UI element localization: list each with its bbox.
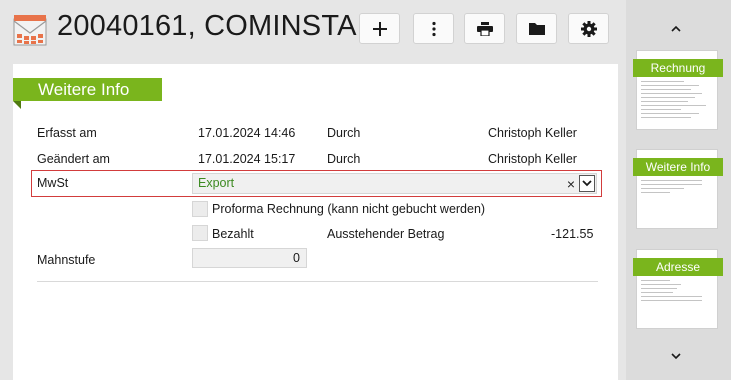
mahnstufe-input[interactable]: 0 [192, 248, 307, 268]
section-title: Weitere Info [13, 78, 162, 101]
proforma-checkbox[interactable] [192, 201, 208, 217]
clear-icon[interactable]: × [565, 175, 577, 193]
main-panel: Weitere Info Erfasst am 17.01.2024 14:46… [13, 64, 618, 380]
geaendert-date: 17.01.2024 15:17 [198, 152, 296, 166]
scroll-down-button[interactable] [664, 346, 688, 366]
erfasst-by: Christoph Keller [488, 126, 577, 140]
dropdown-button[interactable] [579, 175, 595, 192]
settings-button[interactable] [568, 13, 609, 44]
mwst-select[interactable]: Export × [192, 173, 597, 194]
add-button[interactable] [359, 13, 400, 44]
bezahlt-checkbox[interactable] [192, 225, 208, 241]
mwst-selected-value: Export [198, 176, 235, 190]
erfasst-date: 17.01.2024 14:46 [198, 126, 296, 140]
chevron-down-icon [582, 180, 592, 187]
thumbnail-sidebar: Rechnung Weitere Info Adresse [626, 0, 731, 380]
folder-button[interactable] [516, 13, 557, 44]
bezahlt-label: Bezahlt [212, 227, 254, 241]
folder-icon [528, 23, 545, 35]
calendar-mail-icon [13, 15, 47, 46]
gear-icon [580, 20, 597, 37]
more-button[interactable] [413, 13, 454, 44]
plus-icon [372, 21, 387, 36]
chevron-down-icon [671, 352, 681, 359]
thumbnail-preview [641, 81, 713, 121]
thumbnail-label: Adresse [633, 258, 723, 276]
mwst-label: MwSt [37, 176, 69, 190]
printer-icon [476, 21, 493, 36]
print-button[interactable] [464, 13, 505, 44]
thumbnail-rechnung[interactable]: Rechnung [633, 50, 723, 130]
thumbnail-preview [641, 280, 713, 304]
more-vertical-icon [431, 21, 436, 36]
erfasst-label: Erfasst am [37, 126, 97, 140]
geaendert-by-label: Durch [327, 152, 361, 166]
section-tag-fold [13, 101, 21, 109]
outstanding-label: Ausstehender Betrag [327, 227, 445, 241]
thumbnail-weitere-info[interactable]: Weitere Info [633, 149, 723, 229]
header-bar: 20040161, COMINSTA... [0, 0, 622, 64]
chevron-up-icon [671, 25, 681, 32]
page-title: 20040161, COMINSTA... [57, 10, 382, 42]
divider [37, 281, 598, 282]
mwst-row: MwSt Export × [31, 170, 602, 197]
mahnstufe-label: Mahnstufe [37, 253, 96, 267]
scroll-up-button[interactable] [664, 18, 688, 38]
mahnstufe-value: 0 [293, 251, 300, 265]
thumbnail-preview [641, 180, 713, 196]
outstanding-value: -121.55 [551, 227, 594, 241]
erfasst-by-label: Durch [327, 126, 361, 140]
thumbnail-label: Weitere Info [633, 158, 723, 176]
proforma-label: Proforma Rechnung (kann nicht gebucht we… [212, 202, 486, 216]
geaendert-by: Christoph Keller [488, 152, 577, 166]
thumbnail-adresse[interactable]: Adresse [633, 249, 723, 329]
geaendert-label: Geändert am [37, 152, 110, 166]
thumbnail-label: Rechnung [633, 59, 723, 77]
